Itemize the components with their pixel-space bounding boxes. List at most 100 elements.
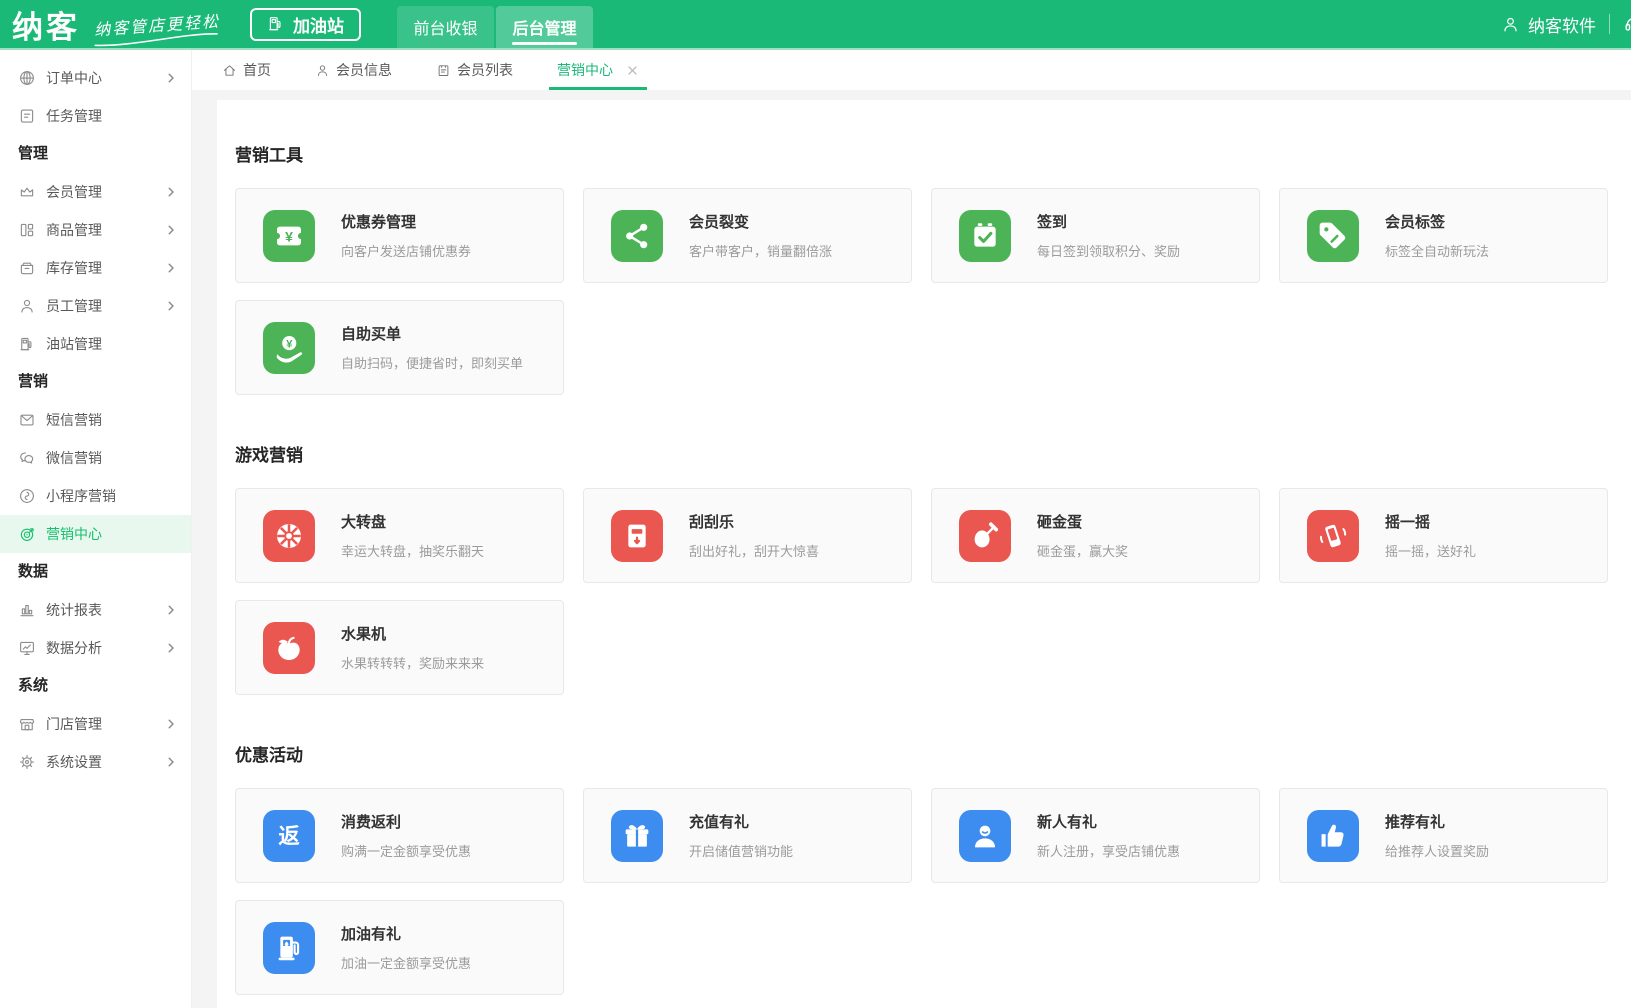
card-text: 加油有礼加油一定金额享受优惠	[341, 923, 471, 972]
card-description: 幸运大转盘，抽奖乐翻天	[341, 541, 484, 560]
card-title: 新人有礼	[1037, 811, 1180, 832]
card-description: 标签全自动新玩法	[1385, 241, 1489, 260]
feature-card[interactable]: 推荐有礼给推荐人设置奖励	[1279, 788, 1608, 883]
sidebar-item-analysis-monitor[interactable]: 数据分析	[0, 629, 191, 667]
nav-tab-backoffice[interactable]: 后台管理	[496, 6, 593, 48]
feature-card[interactable]: 新人有礼新人注册，享受店铺优惠	[931, 788, 1260, 883]
tab-label: 营销中心	[557, 60, 613, 80]
chevron-right-icon	[165, 224, 177, 236]
sidebar-item-wechat[interactable]: 微信营销	[0, 439, 191, 477]
feature-card[interactable]: 会员标签标签全自动新玩法	[1279, 188, 1608, 283]
card-description: 加油一定金额享受优惠	[341, 953, 471, 972]
card-text: 摇一摇摇一摇，送好礼	[1385, 511, 1476, 560]
feature-card[interactable]: 砸金蛋砸金蛋，赢大奖	[931, 488, 1260, 583]
section-title: 游戏营销	[235, 441, 1608, 466]
order-center-icon	[18, 69, 36, 87]
sidebar-item-label: 短信营销	[46, 410, 102, 430]
home-icon	[222, 63, 237, 78]
sidebar-item-member-crown[interactable]: 会员管理	[0, 173, 191, 211]
sidebar-item-goods[interactable]: 商品管理	[0, 211, 191, 249]
sidebar-item-inventory-box[interactable]: 库存管理	[0, 249, 191, 287]
card-title: 推荐有礼	[1385, 811, 1489, 832]
sidebar-item-label: 任务管理	[46, 106, 102, 126]
tab-item[interactable]: 营销中心	[557, 50, 639, 90]
chevron-right-icon	[165, 604, 177, 616]
card-title: 水果机	[341, 623, 484, 644]
tab-item[interactable]: 会员信息	[315, 50, 392, 90]
card-text: 充值有礼开启储值营销功能	[689, 811, 793, 860]
card-grid: 大转盘幸运大转盘，抽奖乐翻天 刮刮乐刮出好礼，刮开大惊喜 砸金蛋砸金蛋，赢大奖 摇一摇…	[235, 488, 1608, 695]
sidebar-item-label: 油站管理	[46, 334, 102, 354]
sidebar-item-store[interactable]: 门店管理	[0, 705, 191, 743]
lucky-wheel-icon	[263, 510, 315, 562]
card-description: 客户带客户，销量翻倍涨	[689, 241, 832, 260]
sidebar-item-label: 订单中心	[46, 68, 102, 88]
feature-card[interactable]: 摇一摇摇一摇，送好礼	[1279, 488, 1608, 583]
member-info-icon	[315, 63, 330, 78]
card-description: 水果转转转，奖励来来来	[341, 653, 484, 672]
sidebar-item-sms[interactable]: 短信营销	[0, 401, 191, 439]
sidebar-item-marketing-target[interactable]: 营销中心	[0, 515, 191, 553]
tab-item[interactable]: 会员列表	[436, 50, 513, 90]
card-title: 消费返利	[341, 811, 471, 832]
close-icon[interactable]	[626, 64, 639, 77]
sidebar-item-staff[interactable]: 员工管理	[0, 287, 191, 325]
analysis-monitor-icon	[18, 639, 36, 657]
feature-card[interactable]: ¥ 自助买单自助扫码，便捷省时，即刻买单	[235, 300, 564, 395]
main-panel: 营销工具 ¥ 优惠券管理向客户发送店铺优惠券 会员裂变客户带客户，销量翻倍涨签到每日签…	[217, 100, 1631, 1008]
user-menu[interactable]: 纳客软件	[1501, 12, 1596, 37]
feature-card[interactable]: 刮刮乐刮出好礼，刮开大惊喜	[583, 488, 912, 583]
card-title: 优惠券管理	[341, 211, 471, 232]
goods-icon	[18, 221, 36, 239]
card-description: 购满一定金额享受优惠	[341, 841, 471, 860]
card-title: 自助买单	[341, 323, 523, 344]
scratch-card-icon	[611, 510, 663, 562]
card-text: 自助买单自助扫码，便捷省时，即刻买单	[341, 323, 523, 372]
nav-tab-frontdesk[interactable]: 前台收银	[397, 6, 494, 48]
svg-text:¥: ¥	[286, 338, 293, 350]
feature-card[interactable]: 充值有礼开启储值营销功能	[583, 788, 912, 883]
card-title: 摇一摇	[1385, 511, 1476, 532]
sidebar-item-task[interactable]: 任务管理	[0, 97, 191, 135]
sidebar-item-label: 商品管理	[46, 220, 102, 240]
thumbs-up-icon	[1307, 810, 1359, 862]
card-text: 砸金蛋砸金蛋，赢大奖	[1037, 511, 1128, 560]
sidebar-item-order-center[interactable]: 订单中心	[0, 59, 191, 97]
card-description: 砸金蛋，赢大奖	[1037, 541, 1128, 560]
card-text: 新人有礼新人注册，享受店铺优惠	[1037, 811, 1180, 860]
sidebar-item-gas-station[interactable]: 油站管理	[0, 325, 191, 363]
user-name: 纳客软件	[1528, 12, 1596, 37]
gas-station-button[interactable]: 加油站	[250, 8, 361, 41]
card-text: 大转盘幸运大转盘，抽奖乐翻天	[341, 511, 484, 560]
card-description: 向客户发送店铺优惠券	[341, 241, 471, 260]
svg-text:返: 返	[278, 824, 300, 848]
section-title: 优惠活动	[235, 741, 1608, 766]
feature-card[interactable]: 水果机水果转转转，奖励来来来	[235, 600, 564, 695]
coupon-icon: ¥	[263, 210, 315, 262]
golden-egg-icon	[959, 510, 1011, 562]
card-description: 开启储值营销功能	[689, 841, 793, 860]
card-text: 刮刮乐刮出好礼，刮开大惊喜	[689, 511, 819, 560]
self-pay-icon: ¥	[263, 322, 315, 374]
section-title: 营销工具	[235, 141, 1608, 166]
header-right: 纳客软件	[1501, 12, 1631, 37]
sidebar-item-stats-bar[interactable]: 统计报表	[0, 591, 191, 629]
svg-text:¥: ¥	[285, 228, 293, 244]
tag-icon	[1307, 210, 1359, 262]
sidebar-item-miniprogram[interactable]: 小程序营销	[0, 477, 191, 515]
feature-card[interactable]: 签到每日签到领取积分、奖励	[931, 188, 1260, 283]
feature-card[interactable]: ¥ 优惠券管理向客户发送店铺优惠券	[235, 188, 564, 283]
sidebar-item-settings-gear[interactable]: 系统设置	[0, 743, 191, 781]
card-grid: 返 消费返利购满一定金额享受优惠 充值有礼开启储值营销功能 新人有礼新人注册，享受店铺…	[235, 788, 1608, 995]
tab-item[interactable]: 首页	[222, 50, 271, 90]
headset-icon[interactable]	[1623, 13, 1631, 35]
sidebar-item-label: 系统设置	[46, 752, 102, 772]
chevron-right-icon	[165, 642, 177, 654]
feature-card[interactable]: 加油有礼加油一定金额享受优惠	[235, 900, 564, 995]
card-title: 大转盘	[341, 511, 484, 532]
feature-card[interactable]: 会员裂变客户带客户，销量翻倍涨	[583, 188, 912, 283]
brand-logo: 纳客	[12, 2, 80, 47]
card-title: 充值有礼	[689, 811, 793, 832]
feature-card[interactable]: 返 消费返利购满一定金额享受优惠	[235, 788, 564, 883]
feature-card[interactable]: 大转盘幸运大转盘，抽奖乐翻天	[235, 488, 564, 583]
